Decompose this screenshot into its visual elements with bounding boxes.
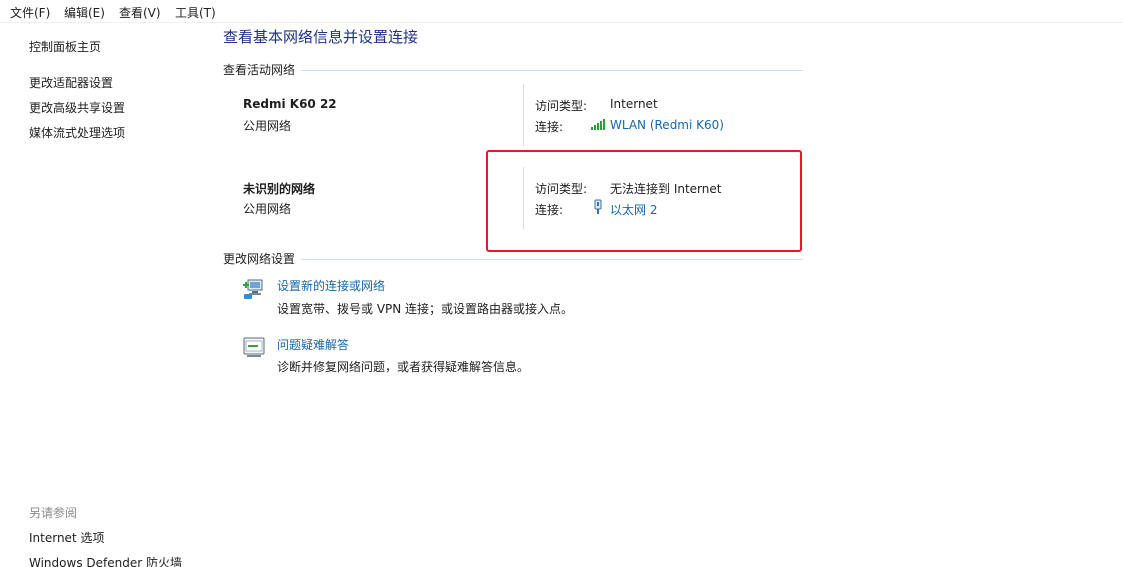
highlight-box (486, 150, 802, 252)
vertical-divider (523, 84, 524, 146)
wifi-signal-icon (591, 119, 605, 130)
network-type-link: 公用网络 (243, 202, 292, 216)
section-title-active-networks: 查看活动网络 (223, 61, 302, 78)
menu-bar: 文件(F) 编辑(E) 查看(V) 工具(T) (0, 0, 1123, 23)
access-type-label: 访问类型: (535, 99, 588, 113)
sidebar-item-media-streaming[interactable]: 媒体流式处理选项 (29, 124, 125, 141)
access-type-value: Internet (610, 97, 658, 111)
connection-label: 连接: (535, 120, 564, 134)
menu-view[interactable]: 查看(V) (117, 4, 163, 21)
sidebar-item-defender-firewall[interactable]: Windows Defender 防火墙 (29, 554, 182, 567)
section-divider (223, 70, 803, 71)
sidebar-item-internet-options[interactable]: Internet 选项 (29, 529, 104, 546)
menu-edit[interactable]: 编辑(E) (62, 4, 107, 21)
network-name: Redmi K60 22 (243, 97, 337, 111)
sidebar-item-advanced-sharing[interactable]: 更改高级共享设置 (29, 99, 125, 116)
menu-file[interactable]: 文件(F) (8, 4, 52, 21)
new-connection-icon (243, 279, 263, 299)
sidebar-item-adapter-settings[interactable]: 更改适配器设置 (29, 74, 113, 91)
setup-new-connection-link[interactable]: 设置新的连接或网络 (277, 277, 385, 294)
troubleshoot-icon (243, 337, 265, 357)
connection-wlan-link[interactable]: WLAN (Redmi K60) (610, 118, 724, 132)
page-title: 查看基本网络信息并设置连接 (223, 28, 419, 46)
see-also-title: 另请参阅 (29, 506, 78, 520)
task-description: 设置宽带、拨号或 VPN 连接；或设置路由器或接入点。 (277, 302, 574, 316)
troubleshoot-link[interactable]: 问题疑难解答 (277, 336, 349, 353)
network-name: 未识别的网络 (243, 182, 316, 196)
section-title-change-settings: 更改网络设置 (223, 250, 302, 267)
network-type-link: 公用网络 (243, 119, 292, 133)
task-description: 诊断并修复网络问题，或者获得疑难解答信息。 (277, 360, 530, 374)
sidebar-item-control-panel-home[interactable]: 控制面板主页 (29, 38, 101, 55)
section-divider (223, 259, 803, 260)
menu-tools[interactable]: 工具(T) (173, 4, 218, 21)
